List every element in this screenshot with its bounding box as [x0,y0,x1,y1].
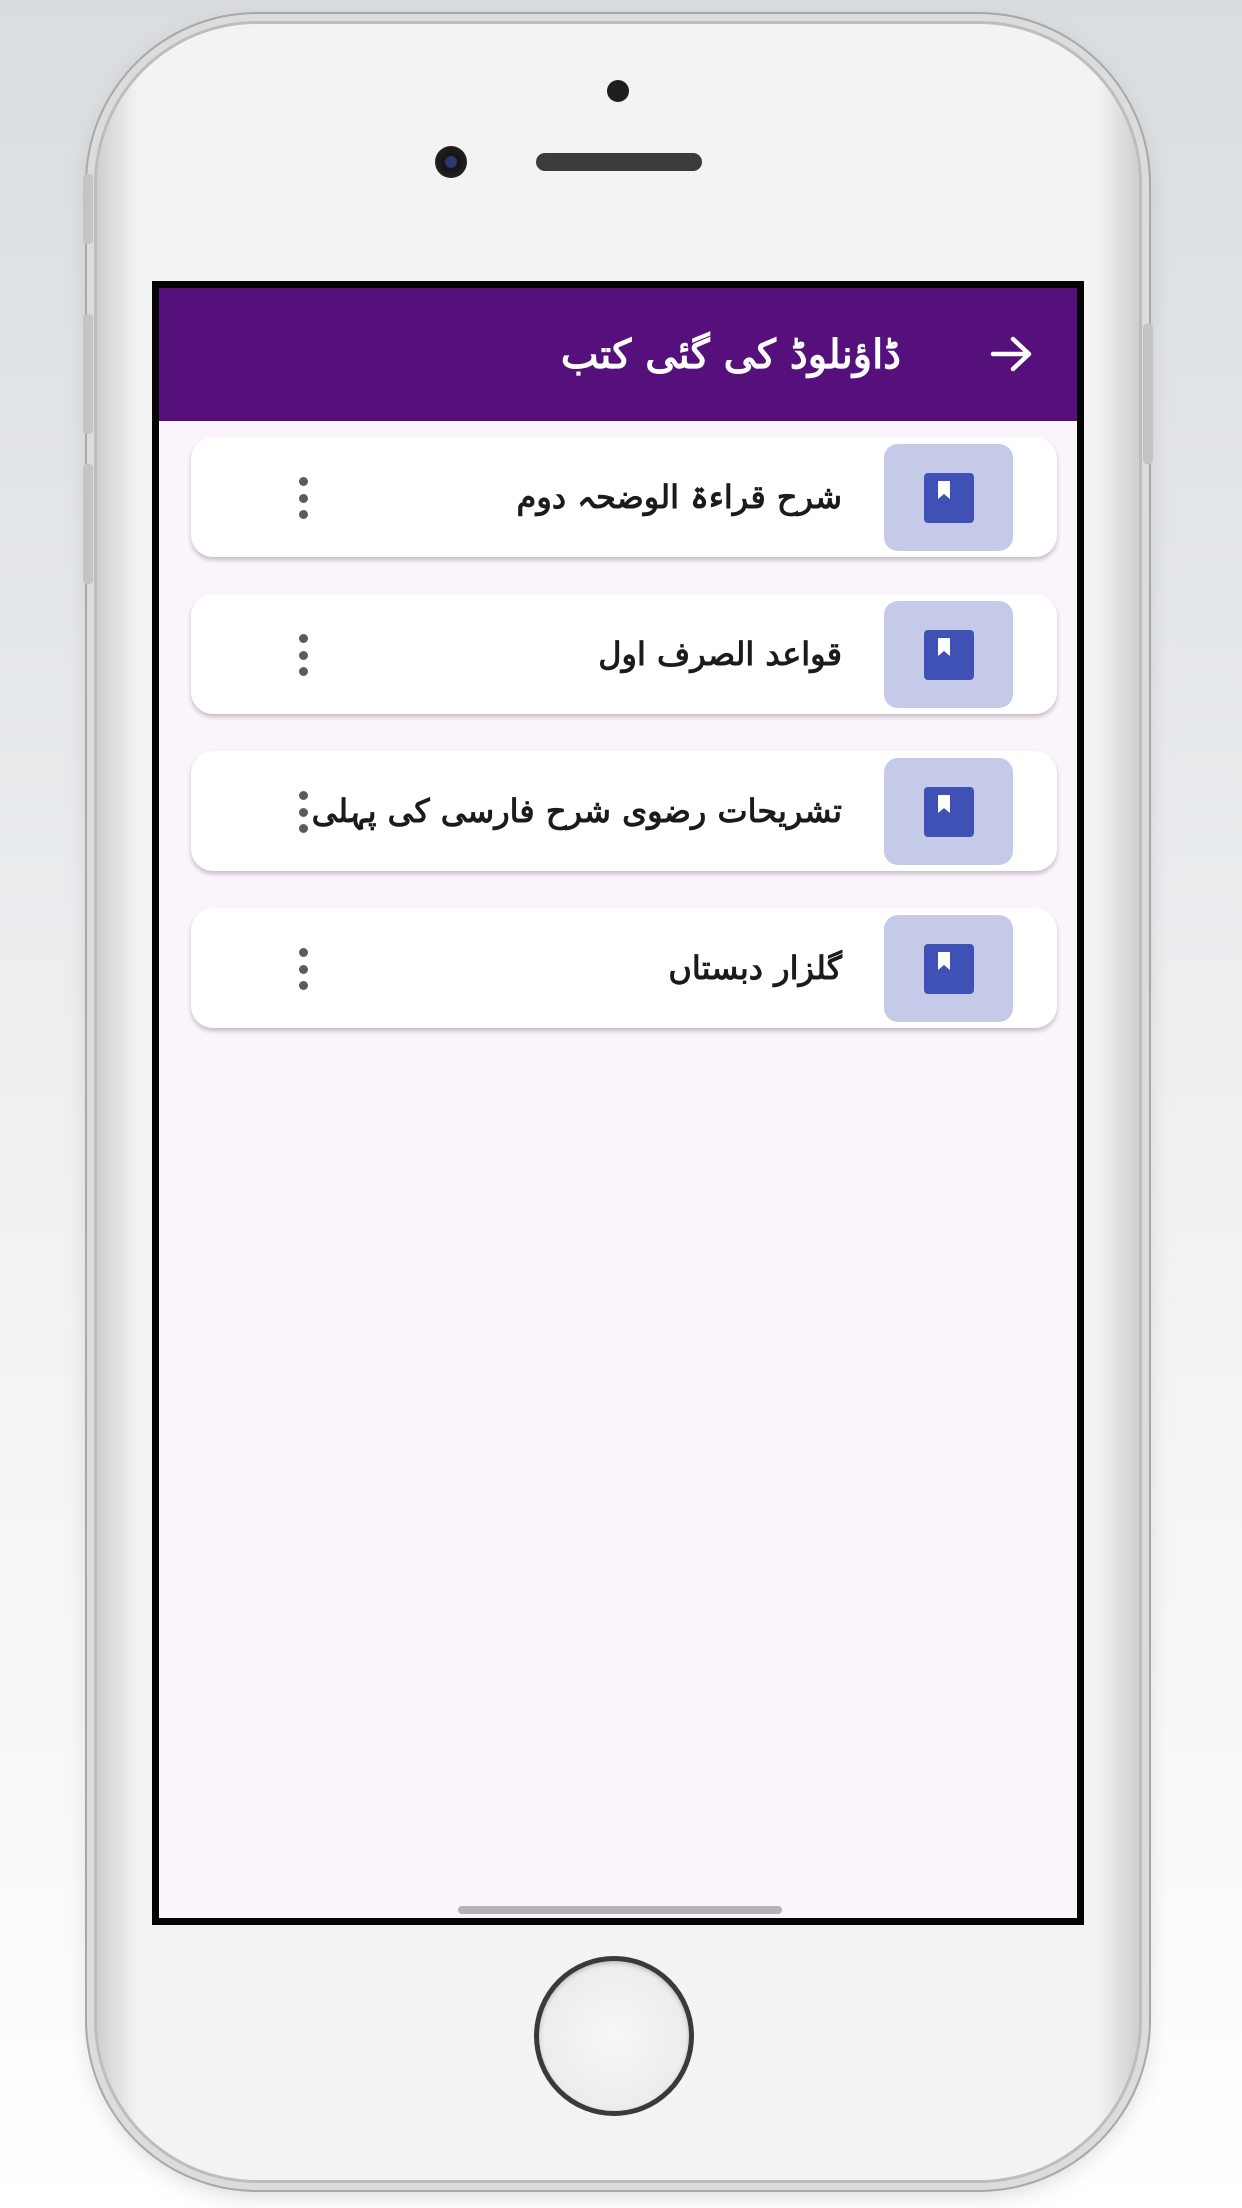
book-title: گلزار دبستاں [668,949,842,987]
volume-up-button [83,314,93,434]
page-title: ڈاؤنلوڈ کی گئی کتب [560,331,901,378]
book-icon [923,472,974,523]
earpiece-speaker [536,153,702,171]
home-indicator[interactable] [458,1906,782,1914]
book-title: قواعد الصرف اول [598,635,842,673]
book-icon [923,629,974,680]
book-icon [923,786,974,837]
front-camera [435,146,467,178]
book-icon [923,943,974,994]
book-thumbnail [884,601,1013,708]
book-title: تشریحات رضوی شرح فارسی کی پہلی [311,792,842,830]
app-bar: ڈاؤنلوڈ کی گئی کتب [159,288,1077,421]
more-vert-icon[interactable] [291,948,315,990]
book-card[interactable]: تشریحات رضوی شرح فارسی کی پہلی [191,751,1057,871]
volume-down-button [83,464,93,584]
book-card[interactable]: شرح قراءۃ الوضحہ دوم [191,437,1057,557]
book-card[interactable]: گلزار دبستاں [191,908,1057,1028]
proximity-sensor [607,80,629,102]
more-vert-icon[interactable] [291,634,315,676]
book-title: شرح قراءۃ الوضحہ دوم [516,478,842,516]
more-vert-icon[interactable] [291,477,315,519]
arrow-right-icon[interactable] [987,334,1037,374]
home-button[interactable] [534,1956,694,2116]
mute-switch [83,174,93,244]
book-thumbnail [884,758,1013,865]
book-thumbnail [884,915,1013,1022]
more-vert-icon[interactable] [291,791,315,833]
book-card[interactable]: قواعد الصرف اول [191,594,1057,714]
book-thumbnail [884,444,1013,551]
power-button [1143,324,1153,464]
phone-screen: ڈاؤنلوڈ کی گئی کتب شرح قراءۃ الوضحہ دوم [152,281,1084,1925]
